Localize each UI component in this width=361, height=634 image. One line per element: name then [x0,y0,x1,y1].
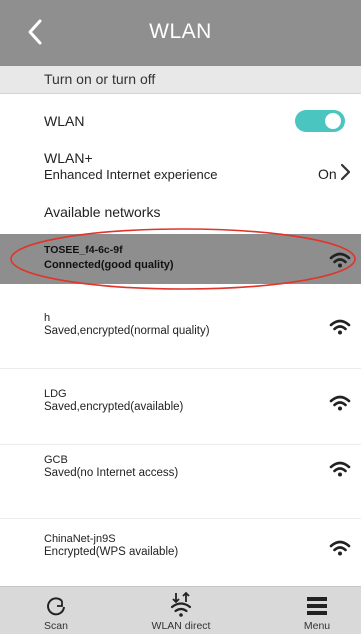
menu-label: Menu [303,620,331,632]
title-bar: WLAN [0,0,361,66]
network-name: TOSEE_f4-6c-9f [44,244,123,256]
network-name: h [44,312,51,324]
wlan-toggle-switch[interactable] [295,110,345,132]
chevron-right-icon [340,163,351,181]
wlan-label: WLAN [44,113,85,129]
network-item[interactable]: GCB Saved(no Internet access) [0,454,361,500]
network-status: Encrypted(WPS available) [44,546,179,558]
menu-icon [307,597,327,615]
network-status: Saved,encrypted(normal quality) [44,325,210,337]
menu-button[interactable]: Menu [287,587,347,634]
divider [0,518,361,519]
wifi-direct-icon [170,591,192,617]
wlan-toggle-row[interactable]: WLAN [0,104,361,140]
network-status: Saved,encrypted(available) [44,401,184,413]
wlan-plus-title: WLAN+ [44,150,93,166]
wlan-plus-subtitle: Enhanced Internet experience [44,167,218,182]
network-item[interactable]: h Saved,encrypted(normal quality) [0,312,361,358]
network-status: Saved(no Internet access) [44,467,179,479]
wifi-signal-icon [329,540,351,556]
section-header: Turn on or turn off [0,66,361,94]
wifi-signal-icon [329,395,351,411]
wifi-signal-icon [329,319,351,335]
scan-button[interactable]: Scan [26,587,86,634]
available-networks-heading: Available networks [44,204,161,220]
divider [0,444,361,445]
page-title: WLAN [149,20,212,43]
wifi-signal-icon [329,461,351,477]
network-item[interactable]: ChinaNet-jn9S Encrypted(WPS available) [0,533,361,579]
wlan-direct-button[interactable]: WLAN direct [140,587,222,634]
bottom-toolbar: Scan WLAN direct Menu [0,586,361,634]
network-name: ChinaNet-jn9S [44,533,116,545]
wlan-plus-row[interactable]: WLAN+ Enhanced Internet experience On [0,148,361,188]
refresh-icon [47,597,65,616]
network-name: LDG [44,388,67,400]
toggle-knob [325,113,341,129]
divider [0,368,361,369]
network-item[interactable]: LDG Saved,encrypted(available) [0,388,361,434]
wlan-direct-label: WLAN direct [151,620,211,632]
scan-label: Scan [44,620,68,632]
wifi-signal-icon [329,252,351,268]
network-item-connected[interactable]: TOSEE_f4-6c-9f Connected(good quality) [0,234,361,284]
network-name: GCB [44,454,68,466]
wlan-plus-value: On [318,166,337,182]
network-status: Connected(good quality) [44,259,174,271]
section-header-label: Turn on or turn off [44,71,156,87]
